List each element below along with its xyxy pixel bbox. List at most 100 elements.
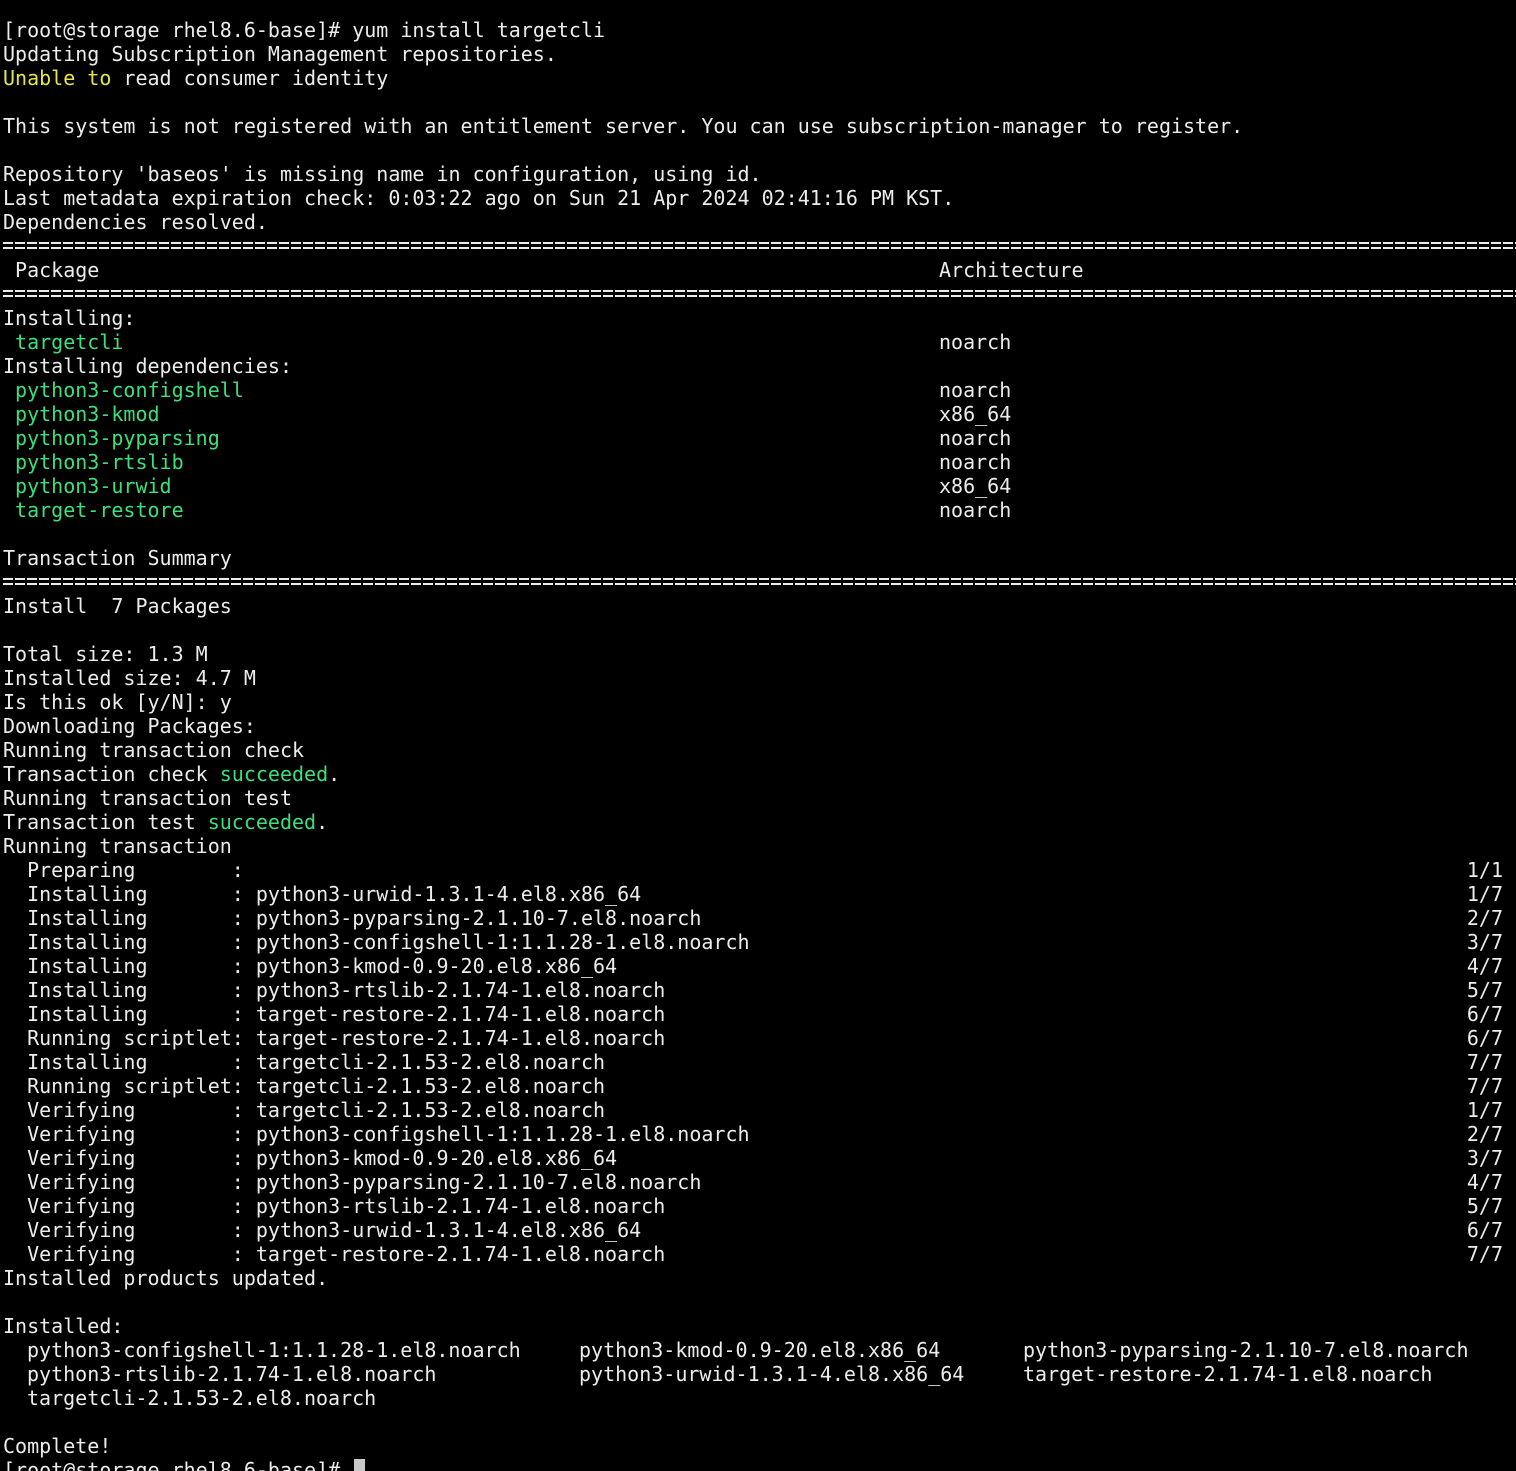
step-count: 5/7 xyxy=(1466,978,1503,1002)
step-count: 1/7 xyxy=(1466,1098,1503,1122)
installed-label: Installed: xyxy=(3,1314,124,1338)
output-line: Running transaction check xyxy=(3,738,305,762)
command-text: yum install targetcli xyxy=(340,18,606,42)
confirm-prompt: Is this ok [y/N]: y xyxy=(3,690,232,714)
installed-package: python3-urwid-1.3.1-4.el8.x86_64 xyxy=(579,1362,965,1386)
separator-line xyxy=(0,570,1516,594)
package-name: python3-urwid xyxy=(15,474,172,498)
package-name: target-restore xyxy=(15,498,184,522)
header-package: Package xyxy=(3,258,100,282)
package-arch: noarch xyxy=(939,426,1012,450)
output-line: Installed products updated. xyxy=(3,1266,329,1290)
status-end: . xyxy=(328,762,341,786)
section-label: Installing dependencies: xyxy=(3,354,292,378)
step-text: Installing : python3-kmod-0.9-20.el8.x86… xyxy=(3,954,618,978)
output-line: Updating Subscription Management reposit… xyxy=(3,42,557,66)
package-row: python3-rtslib noarch xyxy=(0,450,1516,474)
summary-title: Transaction Summary xyxy=(3,546,232,570)
step-text: Installing : python3-rtslib-2.1.74-1.el8… xyxy=(3,978,666,1002)
step-count: 4/7 xyxy=(1466,1170,1503,1194)
transaction-step-row: Running scriptlet: target-restore-2.1.74… xyxy=(0,1026,1516,1050)
summary-install: Install 7 Packages xyxy=(3,594,232,618)
step-count: 3/7 xyxy=(1466,1146,1503,1170)
transaction-step-row: Verifying : targetcli-2.1.53-2.el8.noarc… xyxy=(0,1098,1516,1122)
success-text: succeeded xyxy=(219,762,329,786)
output-line: This system is not registered with an en… xyxy=(3,114,1244,138)
transaction-step-row: Preparing : 1/1 xyxy=(0,858,1516,882)
step-count: 6/7 xyxy=(1466,1002,1503,1026)
step-count: 6/7 xyxy=(1466,1218,1503,1242)
installed-package: target-restore-2.1.74-1.el8.noarch xyxy=(1023,1362,1433,1386)
separator-line xyxy=(0,282,1516,306)
transaction-step-row: Verifying : target-restore-2.1.74-1.el8.… xyxy=(0,1242,1516,1266)
output-line: Downloading Packages: xyxy=(3,714,256,738)
transaction-step-row: Installing : target-restore-2.1.74-1.el8… xyxy=(0,1002,1516,1026)
complete-line: Complete! xyxy=(3,1434,112,1458)
status-line: Transaction test succeeded. xyxy=(0,810,1516,834)
package-row: python3-urwid x86_64 xyxy=(0,474,1516,498)
package-name: targetcli xyxy=(15,330,124,354)
package-name: python3-configshell xyxy=(15,378,244,402)
step-text: Verifying : python3-kmod-0.9-20.el8.x86_… xyxy=(3,1146,618,1170)
output-text: read consumer identity xyxy=(111,66,389,90)
output-line: Repository 'baseos' is missing name in c… xyxy=(3,162,762,186)
package-row: python3-pyparsing noarch xyxy=(0,426,1516,450)
package-row: target-restore noarch xyxy=(0,498,1516,522)
installed-size: Installed size: 4.7 M xyxy=(3,666,256,690)
installed-package: python3-kmod-0.9-20.el8.x86_64 xyxy=(579,1338,941,1362)
success-text: succeeded xyxy=(207,810,317,834)
step-text: Verifying : python3-configshell-1:1.1.28… xyxy=(3,1122,750,1146)
step-text: Installing : targetcli-2.1.53-2.el8.noar… xyxy=(3,1050,606,1074)
installed-row: targetcli-2.1.53-2.el8.noarch xyxy=(0,1386,1516,1410)
warning-line: Unable to read consumer identity xyxy=(0,66,1516,90)
package-arch: x86_64 xyxy=(939,402,1012,426)
warning-text: Unable to xyxy=(3,66,112,90)
status-text: Transaction check xyxy=(3,762,220,786)
installed-package: python3-configshell-1:1.1.28-1.el8.noarc… xyxy=(27,1338,521,1362)
step-text: Verifying : python3-rtslib-2.1.74-1.el8.… xyxy=(3,1194,666,1218)
final-prompt-line[interactable]: [root@storage rhel8.6-base]# xyxy=(0,1458,1516,1471)
command-line: [root@storage rhel8.6-base]# yum install… xyxy=(0,18,1516,42)
package-row: python3-configshell noarch xyxy=(0,378,1516,402)
status-line: Transaction check succeeded. xyxy=(0,762,1516,786)
step-count: 7/7 xyxy=(1466,1242,1503,1266)
table-header: Package Architecture xyxy=(0,258,1516,282)
status-text: Transaction test xyxy=(3,810,208,834)
shell-prompt: [root@storage rhel8.6-base]# xyxy=(3,18,341,42)
transaction-step-row: Installing : python3-configshell-1:1.1.2… xyxy=(0,930,1516,954)
transaction-step-row: Installing : python3-pyparsing-2.1.10-7.… xyxy=(0,906,1516,930)
transaction-step-row: Verifying : python3-configshell-1:1.1.28… xyxy=(0,1122,1516,1146)
transaction-step-row: Verifying : python3-urwid-1.3.1-4.el8.x8… xyxy=(0,1218,1516,1242)
package-arch: noarch xyxy=(939,498,1012,522)
shell-prompt: [root@storage rhel8.6-base]# xyxy=(3,1458,353,1471)
package-row: targetcli noarch xyxy=(0,330,1516,354)
step-text: Installing : python3-urwid-1.3.1-4.el8.x… xyxy=(3,882,642,906)
package-name: python3-kmod xyxy=(15,402,160,426)
installed-package: targetcli-2.1.53-2.el8.noarch xyxy=(27,1386,377,1410)
transaction-step-row: Verifying : python3-pyparsing-2.1.10-7.e… xyxy=(0,1170,1516,1194)
step-text: Running scriptlet: targetcli-2.1.53-2.el… xyxy=(3,1074,606,1098)
status-end: . xyxy=(316,810,329,834)
package-arch: x86_64 xyxy=(939,474,1012,498)
transaction-step-row: Verifying : python3-rtslib-2.1.74-1.el8.… xyxy=(0,1194,1516,1218)
package-name: python3-rtslib xyxy=(15,450,184,474)
step-count: 1/7 xyxy=(1466,882,1503,906)
step-text: Running scriptlet: target-restore-2.1.74… xyxy=(3,1026,666,1050)
cursor-block[interactable] xyxy=(354,1459,366,1471)
header-architecture: Architecture xyxy=(939,258,1084,282)
transaction-step-row: Installing : targetcli-2.1.53-2.el8.noar… xyxy=(0,1050,1516,1074)
installed-row: python3-rtslib-2.1.74-1.el8.noarch python… xyxy=(0,1362,1516,1386)
section-label: Installing: xyxy=(3,306,136,330)
step-text: Installing : python3-configshell-1:1.1.2… xyxy=(3,930,750,954)
step-text: Verifying : python3-urwid-1.3.1-4.el8.x8… xyxy=(3,1218,642,1242)
installed-package: python3-pyparsing-2.1.10-7.el8.noarch xyxy=(1023,1338,1469,1362)
terminal-window[interactable]: [root@storage rhel8.6-base]# yum install… xyxy=(0,0,1516,1471)
step-text: Installing : target-restore-2.1.74-1.el8… xyxy=(3,1002,666,1026)
step-count: 1/1 xyxy=(1466,858,1503,882)
output-line: Running transaction test xyxy=(3,786,292,810)
package-arch: noarch xyxy=(939,330,1012,354)
transaction-step-row: Installing : python3-kmod-0.9-20.el8.x86… xyxy=(0,954,1516,978)
